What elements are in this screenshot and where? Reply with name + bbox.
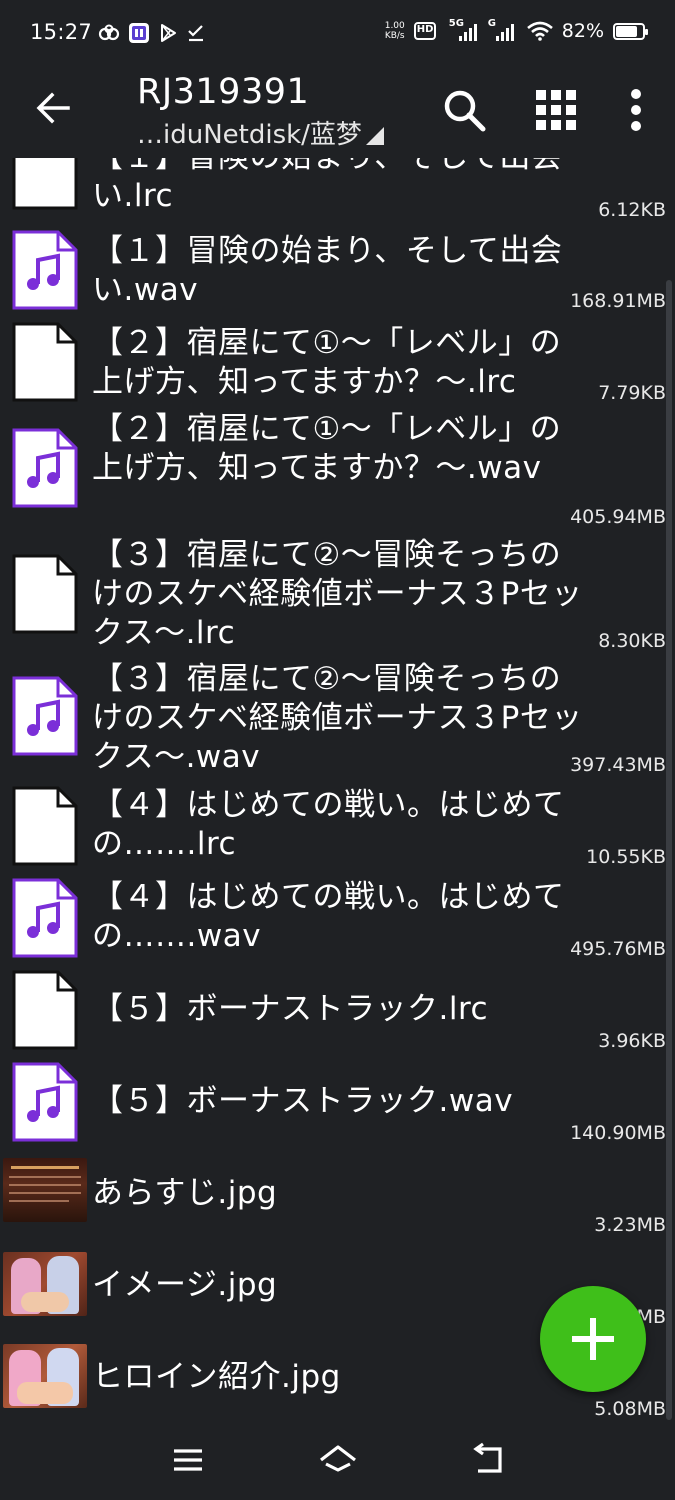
app-bar: RJ319391 …iduNetdisk/蓝梦 <box>0 66 675 158</box>
file-name: ヒロイン紹介.jpg <box>92 1359 341 1395</box>
file-row[interactable]: 【１】冒険の始まり、そして出会い.wav 168.91MB <box>0 224 668 316</box>
hd-label: HD <box>416 24 434 35</box>
file-row[interactable]: 【５】ボーナストラック.wav 140.90MB <box>0 1056 668 1148</box>
document-file-icon <box>12 158 78 210</box>
file-size: 495.76MB <box>570 938 666 960</box>
file-name: 【１】冒険の始まり、そして出会い.wav <box>92 233 563 308</box>
audio-file-icon <box>12 878 78 958</box>
arrow-left-icon[interactable] <box>30 84 78 132</box>
audio-file-icon <box>12 428 78 508</box>
file-row[interactable]: 【２】宿屋にて①～「レベル」の上げ方、知ってますか？～.lrc 7.79KB <box>0 316 668 408</box>
file-size: 397.43MB <box>570 754 666 776</box>
menu-icon[interactable] <box>166 1440 210 1480</box>
file-row[interactable]: 【４】はじめての戦い。はじめての…….wav 495.76MB <box>0 872 668 964</box>
document-file-icon <box>12 786 78 866</box>
file-row[interactable]: 【４】はじめての戦い。はじめての…….lrc 10.55KB <box>0 780 668 872</box>
file-row[interactable]: 【２】宿屋にて①～「レベル」の上げ方、知ってますか？～.wav 405.94MB <box>0 408 668 532</box>
path-text: …iduNetdisk/蓝梦 <box>137 120 362 150</box>
file-row[interactable]: 【３】宿屋にて②～冒険そっちのけのスケベ経験値ボーナス３Pセックス～.wav 3… <box>0 656 668 780</box>
image-thumbnail <box>3 1158 87 1222</box>
file-name: 【２】宿屋にて①～「レベル」の上げ方、知ってますか？～.wav <box>92 411 562 486</box>
document-file-icon <box>12 554 78 634</box>
file-size: 3.23MB <box>594 1214 666 1236</box>
signal-g-icon: G <box>488 18 518 42</box>
search-icon[interactable] <box>438 84 490 136</box>
file-name: 【４】はじめての戦い。はじめての…….lrc <box>92 787 565 862</box>
document-file-icon <box>12 322 78 402</box>
plus-icon <box>572 1318 614 1360</box>
file-row[interactable]: 【３】宿屋にて②～冒険そっちのけのスケベ経験値ボーナス３Pセックス～.lrc 8… <box>0 532 668 656</box>
file-name: 【４】はじめての戦い。はじめての…….wav <box>92 879 565 954</box>
dropdown-triangle-icon <box>365 127 384 145</box>
file-row[interactable]: 【１】冒険の始まり、そして出会い.lrc 6.12KB <box>0 158 668 221</box>
signal-5g-icon: 5G <box>449 18 479 42</box>
file-row[interactable]: あらすじ.jpg 3.23MB <box>0 1148 668 1240</box>
cloud-sync-icon <box>98 24 120 41</box>
home-icon[interactable] <box>316 1440 360 1480</box>
file-size: 3.96KB <box>598 1030 666 1052</box>
app-badge-icon <box>129 23 149 43</box>
file-name: 【１】冒険の始まり、そして出会い.lrc <box>92 158 562 214</box>
battery-percent: 82% <box>561 20 604 42</box>
audio-file-icon <box>12 230 78 310</box>
file-row[interactable]: 【５】ボーナストラック.lrc 3.96KB <box>0 964 668 1056</box>
file-size: 8.30KB <box>598 630 666 652</box>
more-vertical-icon[interactable] <box>610 84 662 136</box>
file-name: 【５】ボーナストラック.wav <box>92 1083 514 1119</box>
audio-file-icon <box>12 1062 78 1142</box>
image-thumbnail <box>3 1344 87 1408</box>
task-done-icon <box>188 25 203 42</box>
file-size: 405.94MB <box>570 506 666 528</box>
file-size: 168.91MB <box>570 290 666 312</box>
page-title: RJ319391 <box>137 72 310 112</box>
file-size: 10.55KB <box>586 846 666 868</box>
back-icon[interactable] <box>466 1440 510 1480</box>
file-name: 【２】宿屋にて①～「レベル」の上げ方、知ってますか？～.lrc <box>92 325 562 400</box>
file-size: 5.08MB <box>594 1398 666 1420</box>
wifi-icon <box>526 21 553 41</box>
net-speed: 1.00 KB/s <box>385 21 405 41</box>
current-path[interactable]: …iduNetdisk/蓝梦 <box>137 114 384 151</box>
file-name: 【３】宿屋にて②～冒険そっちのけのスケベ経験値ボーナス３Pセックス～.lrc <box>92 537 583 651</box>
file-size: 140.90MB <box>570 1122 666 1144</box>
status-bar: 15:27 1.00 KB/s HD 5G G 82% <box>0 0 675 66</box>
image-thumbnail <box>3 1252 87 1316</box>
net-speed-value: 1.00 <box>384 21 405 31</box>
hd-icon: HD <box>413 21 440 41</box>
battery-icon <box>613 22 648 40</box>
file-size: 6.12KB <box>598 199 666 221</box>
file-name: イメージ.jpg <box>92 1267 278 1303</box>
audio-file-icon <box>12 676 78 756</box>
battery-fill <box>616 25 637 37</box>
file-list[interactable]: 【１】冒険の始まり、そして出会い.lrc 6.12KB 【１】冒険の始まり、そし… <box>0 158 675 1420</box>
file-name: あらすじ.jpg <box>92 1175 278 1211</box>
file-name: 【３】宿屋にて②～冒険そっちのけのスケベ経験値ボーナス３Pセックス～.wav <box>92 661 583 775</box>
status-right: 1.00 KB/s HD 5G G 82% <box>385 18 648 42</box>
grid-view-icon[interactable] <box>530 84 582 136</box>
net-speed-unit: KB/s <box>384 31 405 41</box>
play-store-icon <box>161 24 176 42</box>
navigation-bar <box>0 1420 675 1500</box>
scrollbar[interactable] <box>666 280 672 1420</box>
file-name: 【５】ボーナストラック.lrc <box>92 991 489 1027</box>
document-file-icon <box>12 970 78 1050</box>
notification-icons <box>98 22 206 44</box>
file-size: 7.79KB <box>598 382 666 404</box>
status-time: 15:27 <box>30 20 93 44</box>
add-fab-button[interactable] <box>540 1286 646 1392</box>
